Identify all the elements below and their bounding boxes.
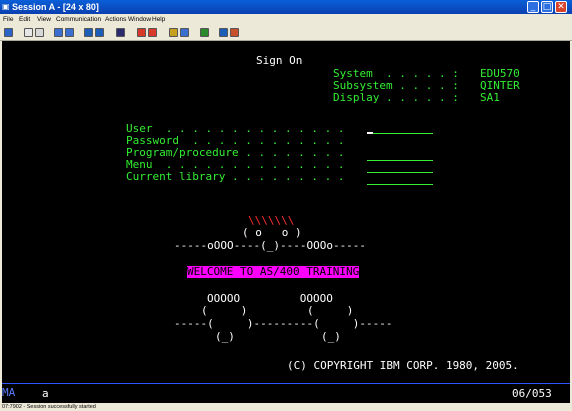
display-icon[interactable]	[84, 28, 93, 37]
menu-edit[interactable]: Edit	[19, 14, 30, 25]
emulator-icon: ▣	[2, 2, 10, 11]
menu-help[interactable]: Help	[152, 14, 165, 25]
keyboard-icon[interactable]	[95, 28, 104, 37]
configure-icon[interactable]	[230, 28, 239, 37]
user-field[interactable]	[373, 133, 433, 134]
cursor-position: 06/053	[512, 387, 552, 400]
minimize-button[interactable]: _	[527, 1, 539, 13]
ascii-eyes: ( o o )	[242, 226, 302, 239]
menu-bar: File Edit View Communication Actions Win…	[0, 14, 572, 25]
status-message: 07:7902 - Session successfully started	[2, 404, 96, 410]
program-field[interactable]	[367, 160, 433, 161]
welcome-banner: WELCOME TO AS/400 TRAINING	[187, 265, 360, 278]
menu-file[interactable]: File	[3, 14, 13, 25]
library-field[interactable]	[367, 184, 433, 185]
input-indicator: a	[42, 387, 49, 400]
emulator-window: ▣ Session A - [24 x 80] _ □ ✕ File Edit …	[0, 0, 572, 411]
mode-indicator: MA	[2, 386, 16, 399]
support-icon[interactable]	[169, 28, 178, 37]
help-icon[interactable]	[219, 28, 228, 37]
operator-info-area: MA a 06/053	[2, 383, 570, 403]
page-title: Sign On	[256, 54, 303, 67]
menu-view[interactable]: View	[37, 14, 51, 25]
copy-icon[interactable]	[24, 28, 33, 37]
paste-icon[interactable]	[35, 28, 44, 37]
macro-icon[interactable]	[116, 28, 125, 37]
ascii-feet-1: ( ) ( )	[201, 304, 354, 317]
ascii-face-line: -----oOOO----(_)----OOOo-----	[174, 239, 367, 252]
menu-actions[interactable]: Actions	[105, 14, 126, 25]
stop-icon[interactable]	[180, 28, 189, 37]
send-file-icon[interactable]	[54, 28, 63, 37]
print-screen-icon[interactable]	[4, 28, 13, 37]
toolbar	[0, 25, 572, 41]
display-value: SA1	[480, 91, 500, 104]
menu-communication[interactable]: Communication	[56, 14, 101, 25]
ascii-feet-3: (_) (_)	[215, 330, 341, 343]
status-bar: 07:7902 - Session successfully started	[0, 403, 572, 411]
maximize-button[interactable]: □	[541, 1, 553, 13]
copyright-text: (C) COPYRIGHT IBM CORP. 1980, 2005.	[287, 359, 519, 372]
close-button[interactable]: ✕	[555, 1, 567, 13]
menu-field[interactable]	[367, 172, 433, 173]
title-bar[interactable]: ▣ Session A - [24 x 80] _ □ ✕	[0, 0, 572, 14]
play-icon[interactable]	[148, 28, 157, 37]
window-title: Session A - [24 x 80]	[12, 2, 99, 12]
terminal-screen[interactable]: Sign On System . . . . . : EDU570 Subsys…	[2, 41, 570, 383]
ascii-feet-2: -----( )---------( )-----	[174, 317, 393, 330]
map-icon[interactable]	[200, 28, 209, 37]
library-label: Current library . . . . . . . . .	[126, 170, 345, 183]
record-icon[interactable]	[137, 28, 146, 37]
menu-window[interactable]: Window	[128, 14, 151, 25]
display-label: Display . . . . . :	[333, 91, 459, 104]
receive-file-icon[interactable]	[65, 28, 74, 37]
